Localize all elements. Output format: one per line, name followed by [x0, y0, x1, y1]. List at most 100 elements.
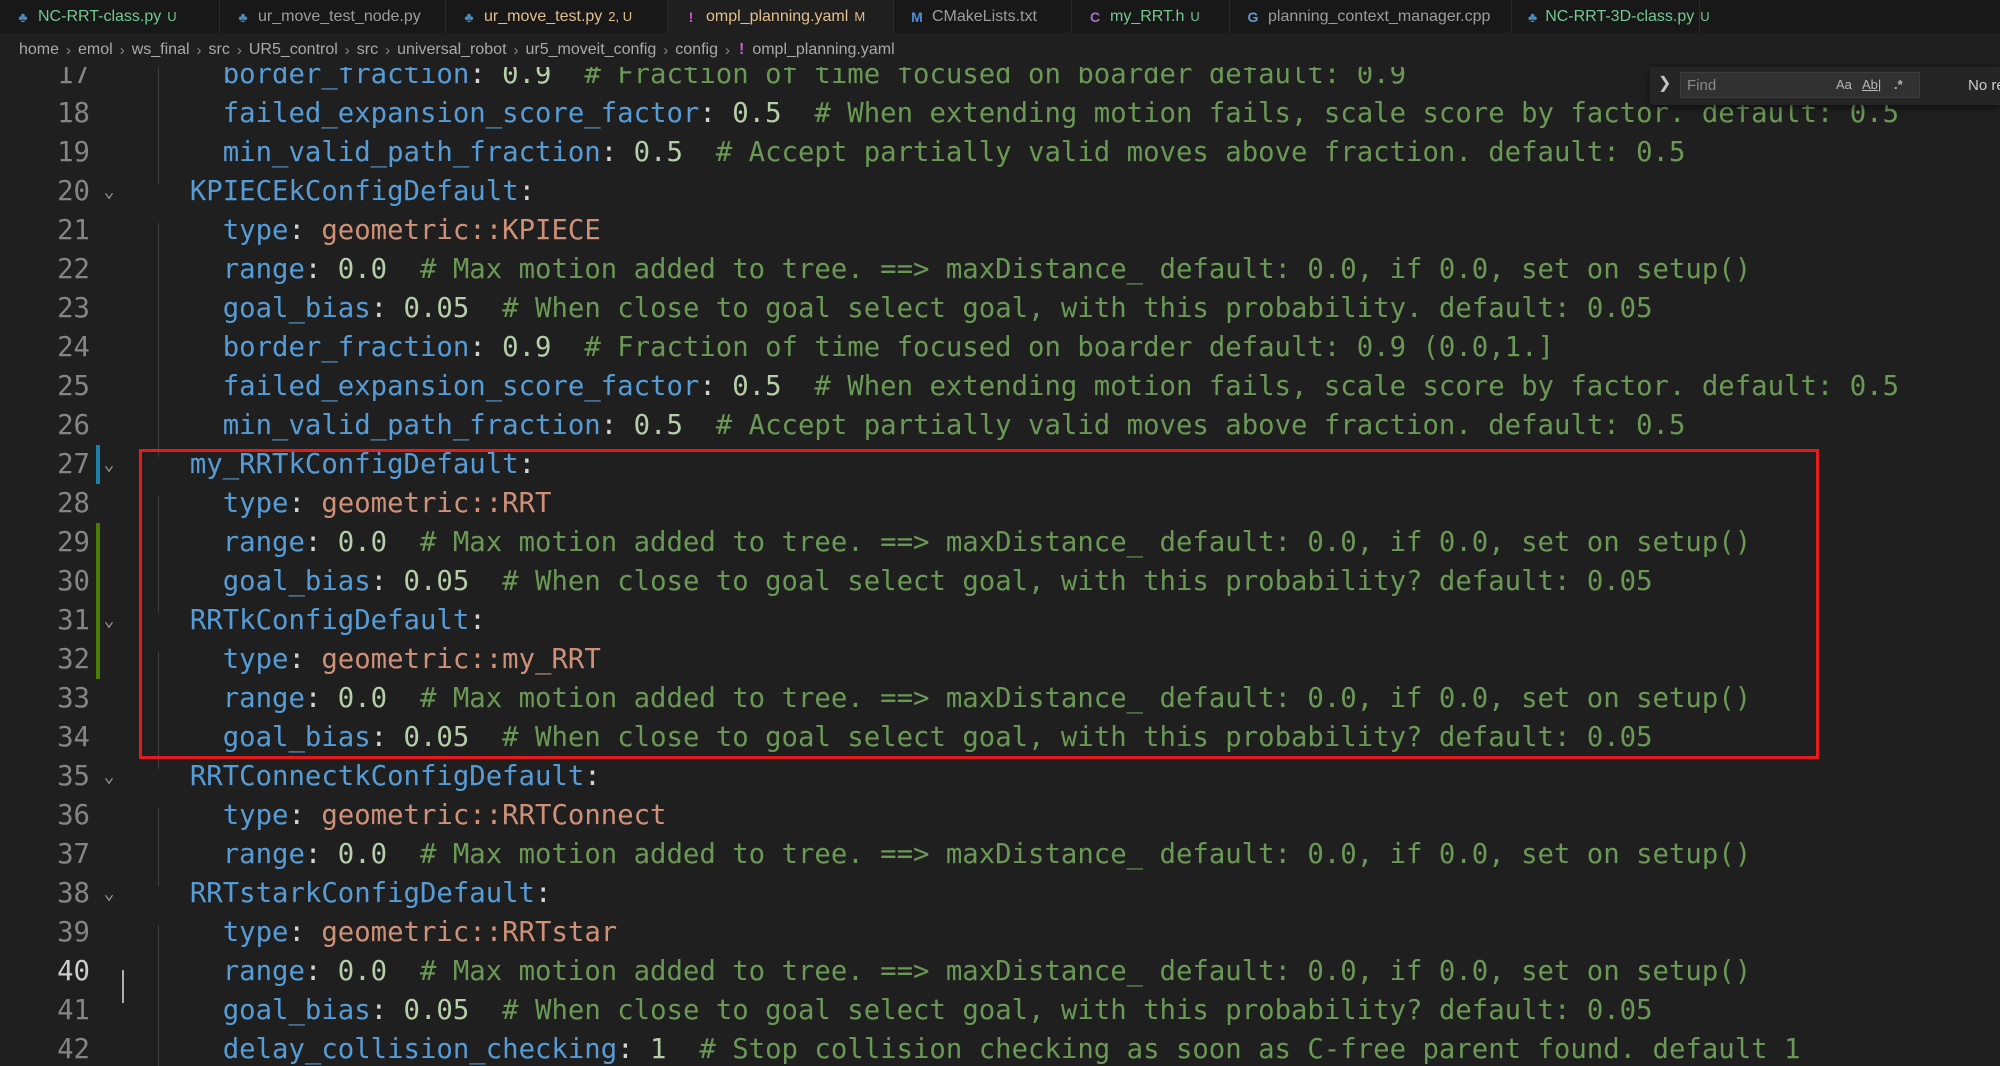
breadcrumb-item[interactable]: emol — [78, 41, 113, 59]
code-token: geometric::RRTConnect — [321, 800, 667, 831]
fold-chevron-icon[interactable]: ⌄ — [100, 172, 118, 211]
fold-chevron-icon[interactable]: ⌄ — [100, 874, 118, 913]
tab-planning-context-manager-cpp[interactable]: Gplanning_context_manager.cpp — [1230, 0, 1512, 33]
code-token: 0.0 — [337, 254, 388, 285]
code-text: delay_collision_checking: 1 # Stop colli… — [157, 1030, 1801, 1066]
git-change-marker[interactable] — [96, 562, 100, 601]
breadcrumb-item[interactable]: universal_robot — [397, 41, 506, 59]
code-line[interactable]: 37 range: 0.0 # Max motion added to tree… — [0, 835, 2000, 874]
code-token: : — [518, 176, 535, 207]
code-line[interactable]: 26 min_valid_path_fraction: 0.5 # Accept… — [0, 406, 2000, 445]
line-number: 35 — [57, 761, 90, 792]
code-token: 0.0 — [337, 527, 388, 558]
breadcrumb-item[interactable]: src — [357, 41, 378, 59]
breadcrumb-item[interactable]: ws_final — [132, 41, 190, 59]
code-token: 0.9 — [502, 332, 552, 363]
regex-icon[interactable]: .* — [1894, 77, 1903, 92]
code-line[interactable]: 28 type: geometric::RRT — [0, 484, 2000, 523]
python-icon: ♣ — [464, 8, 474, 25]
code-line[interactable]: 19 min_valid_path_fraction: 0.5 # Accept… — [0, 133, 2000, 172]
chevron-right-icon[interactable]: ❯ — [1658, 73, 1671, 93]
code-token: 1 — [650, 1034, 667, 1065]
code-token: goal_bias — [222, 566, 371, 597]
code-line[interactable]: 40 range: 0.0 # Max motion added to tree… — [0, 952, 2000, 991]
code-line[interactable]: 34 goal_bias: 0.05 # When close to goal … — [0, 718, 2000, 757]
tab-ur-move-test-node-py[interactable]: ♣ ur_move_test_node.py — [220, 0, 446, 33]
code-token: 0.05 — [403, 293, 470, 324]
breadcrumb-item[interactable]: ur5_moveit_config — [526, 41, 657, 59]
code-line[interactable]: 20 ⌄ KPIECEkConfigDefault: — [0, 172, 2000, 211]
line-number: 31 — [57, 605, 90, 636]
code-line[interactable]: 35 ⌄ RRTConnectkConfigDefault: — [0, 757, 2000, 796]
git-change-marker[interactable] — [96, 640, 100, 679]
tab-ur-move-test-py[interactable]: ♣ ur_move_test.py 2, U — [446, 0, 668, 33]
breadcrumb-item[interactable]: config — [675, 41, 718, 59]
code-line[interactable]: 38 ⌄ RRTstarkConfigDefault: — [0, 874, 2000, 913]
code-token: # Max motion added to tree. ==> maxDista… — [387, 254, 1752, 285]
python-icon: ♣ — [238, 8, 248, 25]
breadcrumb-item[interactable]: home — [19, 41, 59, 59]
code-line[interactable]: 39 type: geometric::RRTstar — [0, 913, 2000, 952]
code-token: failed_expansion_score_factor — [222, 98, 700, 129]
chevron-right-icon: › — [663, 41, 669, 59]
tab-status-badge: U — [1190, 9, 1200, 24]
fold-chevron-icon[interactable]: ⌄ — [100, 601, 118, 640]
code-token: # When close to goal select goal, with t… — [469, 566, 1653, 597]
code-line[interactable]: 31 ⌄ RRTkConfigDefault: — [0, 601, 2000, 640]
code-token: 0.0 — [337, 956, 388, 987]
match-case-icon[interactable]: Aa — [1836, 77, 1852, 92]
find-widget: ❯ Aa Ab| .* No re — [1650, 67, 2000, 105]
match-whole-word-icon[interactable]: Ab| — [1862, 77, 1881, 92]
breadcrumb-item[interactable]: src — [209, 41, 230, 59]
code-line[interactable]: 22 range: 0.0 # Max motion added to tree… — [0, 250, 2000, 289]
code-line[interactable]: 30 goal_bias: 0.05 # When close to goal … — [0, 562, 2000, 601]
tab-ompl-planning-yaml[interactable]: ! ompl_planning.yaml M — [668, 0, 894, 33]
code-token: : — [518, 449, 535, 480]
git-change-marker[interactable] — [96, 523, 100, 562]
code-token: border_fraction — [222, 67, 470, 90]
fold-chevron-icon[interactable]: ⌄ — [100, 445, 118, 484]
line-number: 18 — [57, 98, 90, 129]
fold-chevron-icon[interactable]: ⌄ — [100, 757, 118, 796]
code-line[interactable]: 25 failed_expansion_score_factor: 0.5 # … — [0, 367, 2000, 406]
code-token: 0.5 — [732, 98, 782, 129]
chevron-right-icon: › — [196, 41, 202, 59]
tab-my-rrt-h[interactable]: Cmy_RRT.h U — [1072, 0, 1230, 33]
code-token: RRTConnectkConfigDefault — [189, 761, 585, 792]
breadcrumb-item[interactable]: UR5_control — [249, 41, 338, 59]
chevron-right-icon: › — [119, 41, 125, 59]
code-line[interactable]: 36 type: geometric::RRTConnect — [0, 796, 2000, 835]
code-line[interactable]: 42 delay_collision_checking: 1 # Stop co… — [0, 1030, 2000, 1066]
code-line[interactable]: 29 range: 0.0 # Max motion added to tree… — [0, 523, 2000, 562]
code-line[interactable]: 24 border_fraction: 0.9 # Fraction of ti… — [0, 328, 2000, 367]
find-input[interactable] — [1680, 72, 1920, 98]
code-token: # Accept partially valid moves above fra… — [682, 410, 1686, 441]
code-line[interactable]: 41 goal_bias: 0.05 # When close to goal … — [0, 991, 2000, 1030]
tab-nc-rrt-class-py[interactable]: ♣ NC-RRT-class.py U — [0, 0, 220, 33]
tab-nc-rrt-3d-class-py[interactable]: ♣ NC-RRT-3D-class.py U — [1512, 0, 1710, 33]
breadcrumb-item[interactable]: ompl_planning.yaml — [752, 41, 894, 59]
code-line[interactable]: 33 range: 0.0 # Max motion added to tree… — [0, 679, 2000, 718]
code-token: # When close to goal select goal, with t… — [469, 995, 1653, 1026]
code-token: min_valid_path_fraction — [222, 410, 601, 441]
code-text: goal_bias: 0.05 # When close to goal sel… — [157, 991, 1653, 1030]
code-token: : — [288, 488, 322, 519]
find-result-count: No re — [1968, 77, 2000, 94]
code-line[interactable]: 23 goal_bias: 0.05 # When close to goal … — [0, 289, 2000, 328]
code-editor[interactable]: 17 border_fraction: 0.9 # Fraction of ti… — [0, 67, 2000, 1066]
tab-cmakelists-txt[interactable]: M CMakeLists.txt — [894, 0, 1072, 33]
tab-label: ur_move_test_node.py — [258, 7, 421, 25]
code-line[interactable]: 32 type: geometric::my_RRT — [0, 640, 2000, 679]
code-text: min_valid_path_fraction: 0.5 # Accept pa… — [157, 133, 1686, 172]
code-text: range: 0.0 # Max motion added to tree. =… — [157, 523, 1751, 562]
code-line[interactable]: 27 ⌄ my_RRTkConfigDefault: — [0, 445, 2000, 484]
code-line[interactable]: 21 type: geometric::KPIECE — [0, 211, 2000, 250]
code-token: geometric::my_RRT — [321, 644, 601, 675]
code-text: border_fraction: 0.9 # Fraction of time … — [157, 328, 1554, 367]
code-token: geometric::RRTstar — [321, 917, 618, 948]
